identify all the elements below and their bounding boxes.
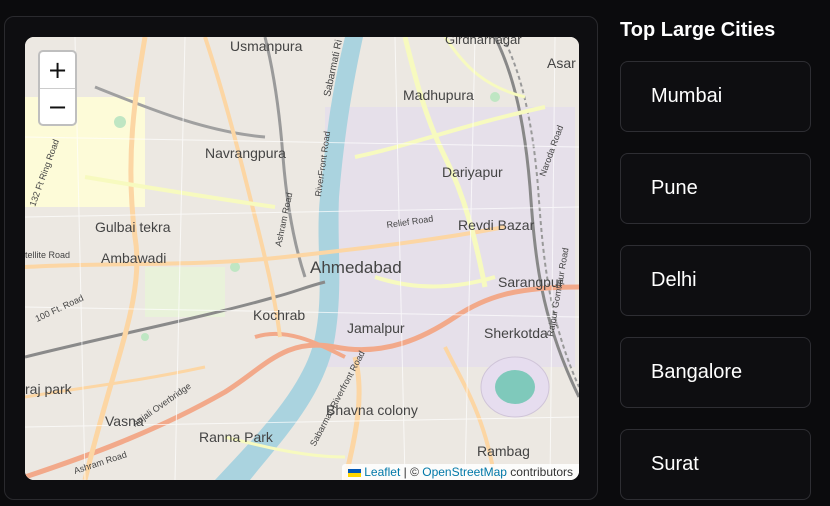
label-girdharnagar: Girdharnagar (445, 37, 522, 47)
map-view[interactable]: Usmanpura Navrangpura Gulbai tekra Ambaw… (25, 37, 579, 480)
city-name: Delhi (651, 269, 697, 291)
label-ranna-park: Ranna Park (199, 429, 274, 445)
attribution-suffix: contributors (506, 465, 573, 479)
zoom-control: + − (38, 50, 77, 126)
label-navrangpura: Navrangpura (205, 145, 286, 161)
sidebar-title: Top Large Cities (620, 19, 776, 41)
ukraine-flag-icon (348, 468, 362, 477)
label-dariyapur: Dariyapur (442, 164, 503, 180)
zoom-out-button[interactable]: − (40, 89, 75, 125)
label-asarva: Asar (547, 55, 576, 71)
label-revdi-bazar: Revdi Bazar (458, 217, 535, 233)
city-name: Surat (651, 453, 699, 475)
label-rambag: Rambag (477, 443, 530, 459)
label-usmanpura: Usmanpura (230, 38, 303, 54)
attribution-separator: | © (400, 465, 423, 479)
label-kochrab: Kochrab (253, 307, 305, 323)
label-ambawadi: Ambawadi (101, 250, 166, 266)
label-sherkotda: Sherkotda (484, 325, 548, 341)
city-name: Pune (651, 177, 698, 199)
leaflet-link[interactable]: Leaflet (364, 465, 400, 479)
map-panel: Usmanpura Navrangpura Gulbai tekra Ambaw… (4, 16, 598, 500)
city-card-surat[interactable]: Surat (620, 429, 811, 500)
openstreetmap-link[interactable]: OpenStreetMap (422, 465, 507, 479)
city-name: Mumbai (651, 85, 723, 107)
map-tiles: Usmanpura Navrangpura Gulbai tekra Ambaw… (25, 37, 579, 480)
city-card-pune[interactable]: Pune (620, 153, 811, 224)
label-ahmedabad: Ahmedabad (310, 258, 402, 277)
city-name: Bangalore (651, 361, 743, 383)
city-card-bangalore[interactable]: Bangalore (620, 337, 811, 408)
label-madhupura: Madhupura (403, 87, 474, 103)
label-gulbai-tekra: Gulbai tekra (95, 219, 171, 235)
label-jamalpur: Jamalpur (347, 320, 405, 336)
city-card-mumbai[interactable]: Mumbai (620, 61, 811, 132)
label-satellite-road: tellite Road (25, 250, 70, 260)
map-attribution: Leaflet | © OpenStreetMap contributors (342, 464, 579, 480)
city-card-delhi[interactable]: Delhi (620, 245, 811, 316)
label-raj-park: raj park (25, 381, 73, 397)
zoom-in-button[interactable]: + (40, 52, 75, 89)
